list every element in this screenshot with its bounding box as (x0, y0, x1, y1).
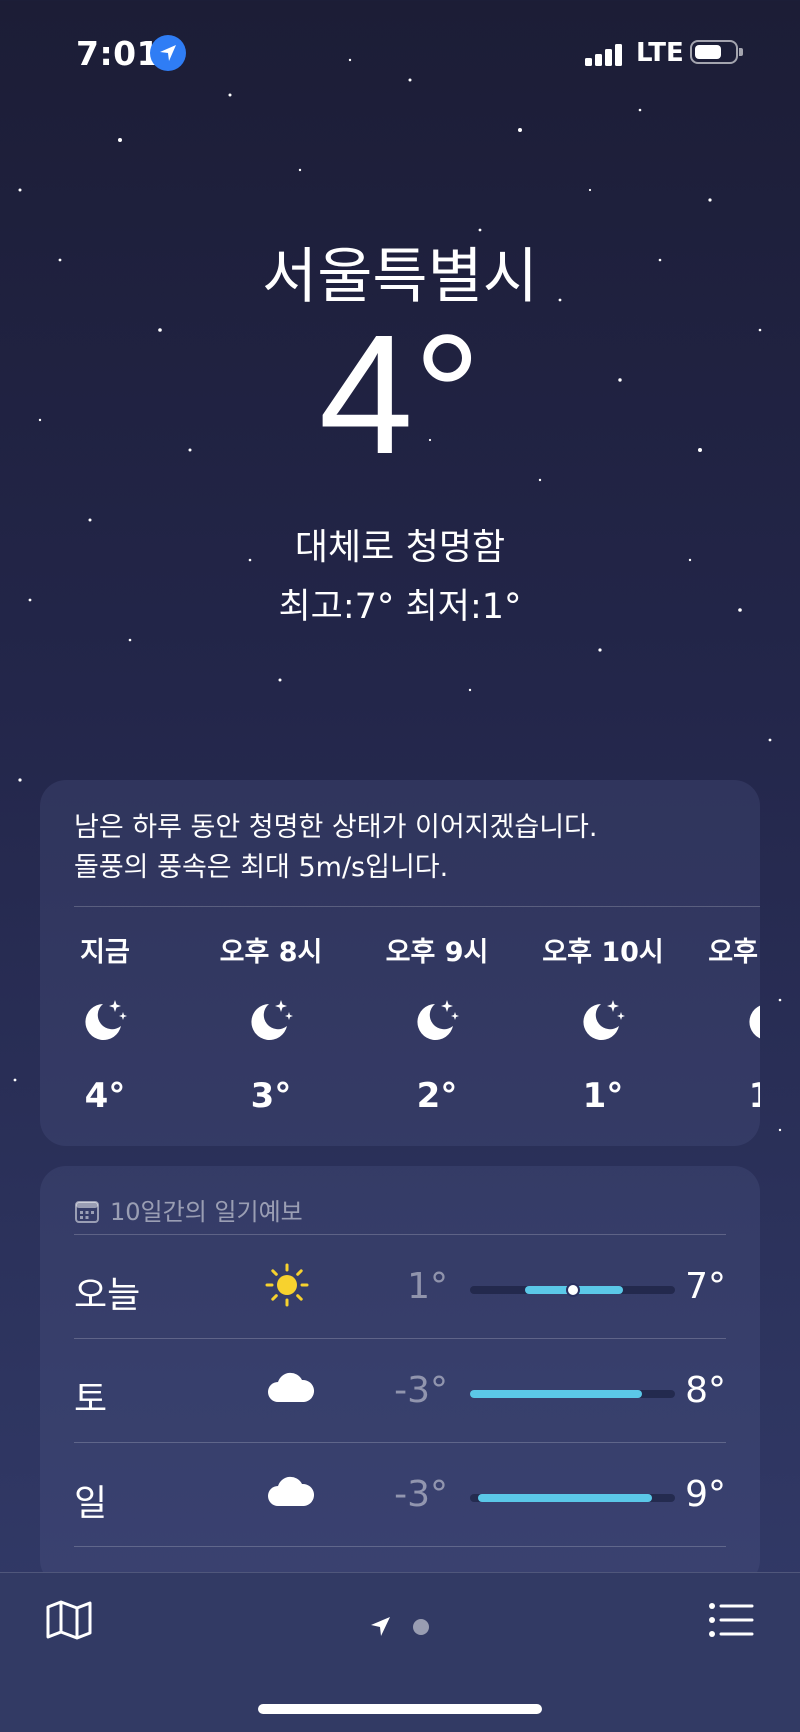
day-row[interactable]: 토 -3° 8° (74, 1340, 726, 1443)
moon-stars-icon (538, 996, 668, 1056)
hour-temp: 3° (250, 1076, 292, 1116)
daily-header: 10일간의 일기예보 (74, 1192, 303, 1227)
hourly-summary: 남은 하루 동안 청명한 상태가 이어지겠습니다. 돌풍의 풍속은 최대 5m/… (74, 808, 734, 888)
sun-icon (264, 1262, 310, 1312)
carrier-label: LTE (636, 38, 684, 68)
hour-label: 지금 (80, 937, 130, 968)
list-icon (709, 1603, 754, 1637)
status-time: 7:01 (76, 34, 161, 73)
summary-line: 남은 하루 동안 청명한 상태가 이어지겠습니다. (74, 812, 598, 843)
status-bar: 7:01 LTE (0, 0, 800, 100)
day-low-temp: -3° (394, 1370, 448, 1411)
moon-stars-icon (40, 996, 170, 1056)
day-high-temp: 9° (685, 1474, 726, 1515)
day-low-temp: -3° (394, 1474, 448, 1515)
divider (74, 1546, 726, 1547)
daily-forecast-card[interactable]: 10일간의 일기예보 오늘 1° 7° 토 -3° 8° 일 -3° 9° (40, 1166, 760, 1586)
hour-label: 오후 9시 (385, 937, 489, 968)
moon-stars-icon (372, 996, 502, 1056)
map-icon (46, 1600, 92, 1640)
day-low-temp: 1° (407, 1266, 448, 1307)
hour-temp: 4° (84, 1076, 126, 1116)
cloud-icon (264, 1470, 316, 1520)
current-temp-dot (566, 1283, 580, 1297)
divider (74, 1442, 726, 1443)
current-condition: 대체로 청명함 (294, 527, 506, 568)
moon-stars-icon (206, 996, 336, 1056)
signal-bars-icon (585, 42, 625, 66)
hour-item: 오후 9시 2° (372, 930, 502, 1116)
divider (74, 1234, 726, 1235)
battery-icon (690, 40, 743, 64)
location-arrow-icon (371, 1617, 429, 1636)
location-arrow-icon (150, 35, 186, 71)
moon-stars-icon (704, 996, 760, 1056)
hour-label: 오후 11시 (708, 937, 760, 968)
calendar-icon (75, 1201, 99, 1223)
city-list-button[interactable] (708, 1601, 754, 1643)
day-name: 오늘 (74, 1275, 141, 1316)
cloud-icon (264, 1366, 316, 1416)
divider (74, 906, 760, 907)
hour-item: 지금 4° (40, 930, 170, 1116)
day-name: 일 (74, 1483, 108, 1524)
hourly-forecast-card[interactable]: 남은 하루 동안 청명한 상태가 이어지겠습니다. 돌풍의 풍속은 최대 5m/… (40, 780, 760, 1146)
page-indicator[interactable] (368, 1613, 434, 1645)
hour-temp: 1° (582, 1076, 624, 1116)
hour-item: 오후 8시 3° (206, 930, 336, 1116)
map-button[interactable] (46, 1599, 92, 1645)
temperature-range-bar (470, 1494, 675, 1502)
day-name: 토 (74, 1379, 108, 1420)
summary-line: 돌풍의 풍속은 최대 5m/s입니다. (74, 852, 449, 883)
day-high-temp: 8° (685, 1370, 726, 1411)
temperature-range-bar (470, 1390, 675, 1398)
high-low-temperature: 최고:7° 최저:1° (278, 587, 522, 627)
divider (74, 1338, 726, 1339)
home-indicator[interactable] (258, 1704, 542, 1714)
day-row[interactable]: 일 -3° 9° (74, 1444, 726, 1547)
daily-header-label: 10일간의 일기예보 (110, 1198, 303, 1226)
temperature-range-bar (470, 1283, 675, 1297)
hour-temp: 2° (416, 1076, 458, 1116)
hour-item: 오후 10시 1° (538, 930, 668, 1116)
day-row[interactable]: 오늘 1° 7° (74, 1236, 726, 1339)
hour-temp: 1° (704, 1076, 760, 1116)
hour-label: 오후 10시 (542, 937, 664, 968)
hour-label: 오후 8시 (219, 937, 323, 968)
current-temperature: 4° (318, 300, 482, 490)
day-high-temp: 7° (685, 1266, 726, 1307)
hour-item: 오후 11시 1° (704, 930, 760, 1116)
